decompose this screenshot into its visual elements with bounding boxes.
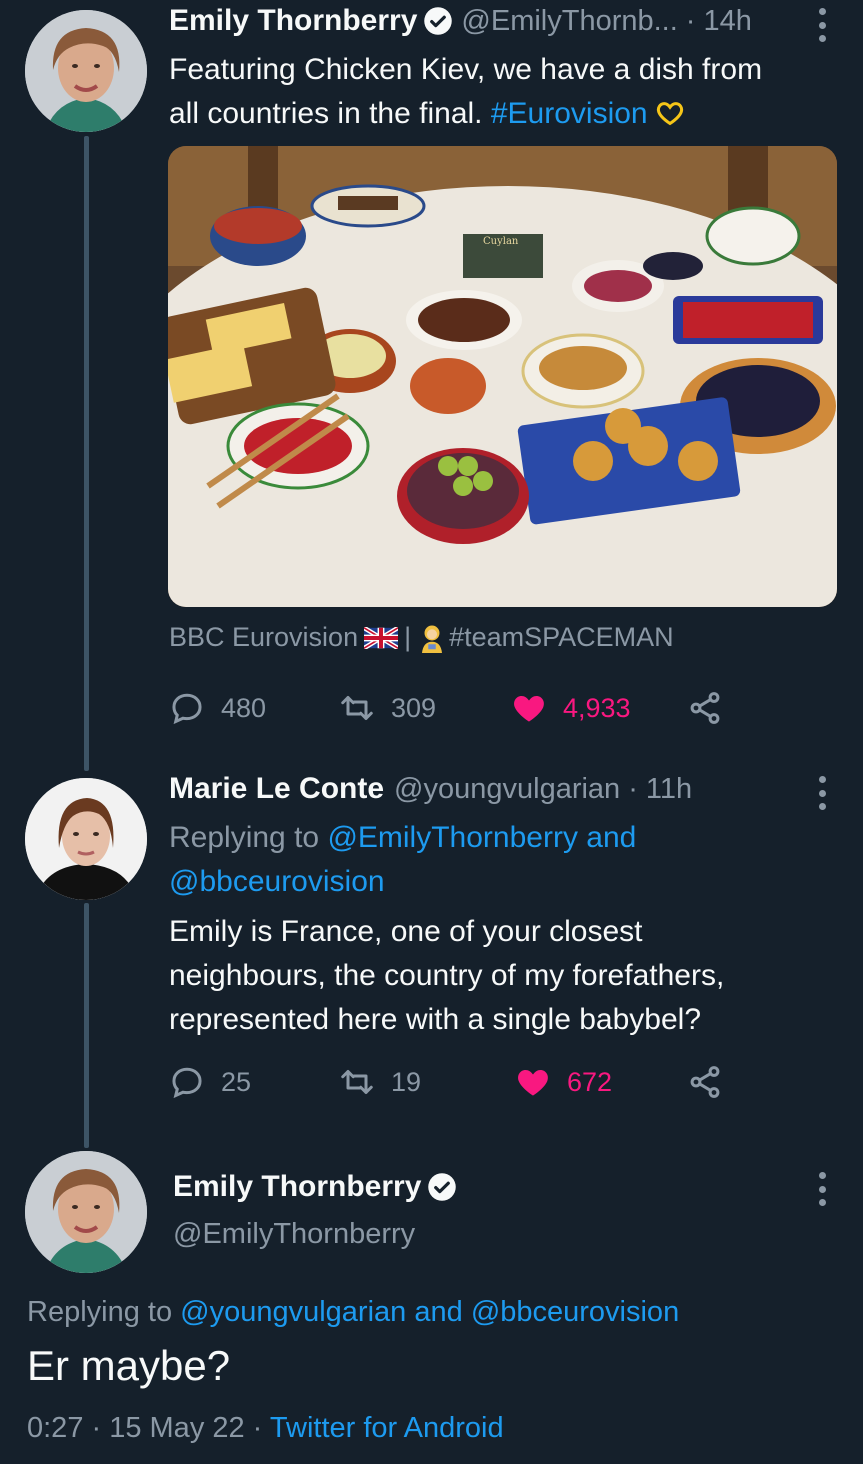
author-name[interactable]: Marie Le Conte [169, 772, 384, 806]
tweet-text-plain: all countries in the final. [169, 97, 483, 130]
reply-button[interactable]: 480 [169, 690, 339, 726]
tweet-text: Featuring Chicken Kiev, we have a dish f… [169, 48, 829, 136]
retweet-icon [341, 696, 373, 720]
tweet-text-line: all countries in the final. #Eurovision [169, 92, 829, 136]
like-count: 4,933 [563, 692, 631, 723]
retweet-count: 19 [391, 1066, 422, 1097]
replying-and[interactable]: and [586, 821, 636, 854]
like-button[interactable]: 4,933 [511, 690, 687, 726]
uk-flag-icon [364, 626, 399, 649]
thread-line [84, 136, 89, 771]
mention-link[interactable]: @bbceurovision [169, 860, 829, 904]
replying-prefix: Replying to [27, 1296, 173, 1328]
tweet-meta: 0:27 · 15 May 22 · Twitter for Android [27, 1412, 504, 1445]
replying-to-line: Replying to @EmilyThornberry and [169, 816, 829, 860]
mention-link[interactable]: @EmilyThornberry [327, 821, 578, 854]
thread-line [84, 903, 89, 1148]
avatar[interactable] [25, 778, 147, 900]
reply-count: 480 [221, 692, 267, 723]
share-button[interactable] [687, 690, 739, 726]
reply-count: 25 [221, 1066, 252, 1097]
share-icon [690, 692, 720, 724]
verified-badge-icon [424, 7, 453, 35]
tweet-client-link[interactable]: Twitter for Android [270, 1412, 504, 1444]
tweet-thread: Emily Thornberry @EmilyThornb... · 14h F… [0, 0, 863, 1464]
avatar[interactable] [25, 1151, 147, 1273]
tweet-header: @EmilyThornberry [173, 1218, 415, 1251]
tweet-text-line: Emily is France, one of your closest [169, 915, 643, 948]
astronaut-emoji-icon [422, 625, 443, 653]
like-count: 672 [567, 1066, 613, 1097]
source-tag: #teamSPACEMAN [449, 622, 674, 652]
mention-link[interactable]: @bbceurovision [471, 1296, 679, 1328]
replying-prefix: Replying to [169, 821, 320, 854]
replying-to: Replying to @youngvulgarian and @bbceuro… [27, 1296, 679, 1329]
yellow-heart-icon [656, 102, 684, 126]
more-vertical-icon[interactable] [817, 8, 827, 42]
mention-link[interactable]: @youngvulgarian [180, 1296, 406, 1328]
source-name: BBC Eurovision [169, 622, 359, 652]
share-button[interactable] [687, 1064, 739, 1100]
tweet-header: Marie Le Conte @youngvulgarian · 11h [169, 772, 692, 806]
tweet-text-line: neighbours, the country of my forefather… [169, 959, 725, 992]
author-handle[interactable]: @youngvulgarian [394, 773, 620, 806]
author-handle[interactable]: @EmilyThornberry [173, 1218, 415, 1251]
photo-label: Cuylan [483, 236, 519, 247]
tweet-text: Er maybe? [27, 1342, 231, 1389]
image-source-caption: BBC Eurovision | #teamSPACEMAN [169, 622, 674, 653]
like-button[interactable]: 672 [515, 1064, 687, 1100]
heart-icon [518, 1070, 548, 1096]
tweet-timestamp[interactable]: 0:27 · 15 May 22 · [27, 1412, 262, 1444]
hashtag-link[interactable]: #Eurovision [491, 97, 648, 130]
retweet-icon [341, 1070, 373, 1094]
author-name[interactable]: Emily Thornberry [169, 4, 417, 38]
retweet-button[interactable]: 309 [339, 690, 511, 726]
tweet-text-line: Featuring Chicken Kiev, we have a dish f… [169, 53, 763, 86]
author-handle[interactable]: @EmilyThornb... [461, 5, 677, 38]
source-separator: | [404, 622, 412, 652]
tweet-time[interactable]: · 14h [686, 5, 752, 38]
author-name[interactable]: Emily Thornberry [173, 1170, 421, 1204]
tweet-header: Emily Thornberry [173, 1170, 465, 1204]
reply-icon [172, 693, 202, 725]
reply-button[interactable]: 25 [169, 1064, 339, 1100]
verified-badge-icon [428, 1173, 457, 1201]
tweet-actions: 25 19 672 [169, 1064, 739, 1100]
avatar[interactable] [25, 10, 147, 132]
retweet-count: 309 [391, 692, 437, 723]
tweet-text-line: represented here with a single babybel? [169, 1003, 702, 1036]
heart-icon [514, 696, 544, 722]
tweet-time[interactable]: · 11h [628, 773, 692, 806]
replying-to: Replying to @EmilyThornberry and @bbceur… [169, 816, 829, 904]
more-vertical-icon[interactable] [817, 1172, 827, 1206]
tweet-photo[interactable]: Cuylan [168, 146, 837, 607]
retweet-button[interactable]: 19 [339, 1064, 515, 1100]
share-icon [690, 1066, 720, 1098]
replying-and[interactable]: and [414, 1296, 462, 1328]
tweet-actions: 480 309 4,933 [169, 690, 739, 726]
tweet-header: Emily Thornberry @EmilyThornb... · 14h [169, 4, 752, 38]
more-vertical-icon[interactable] [817, 776, 827, 810]
tweet-text: Emily is France, one of your closest nei… [169, 910, 829, 1042]
reply-icon [172, 1067, 202, 1099]
